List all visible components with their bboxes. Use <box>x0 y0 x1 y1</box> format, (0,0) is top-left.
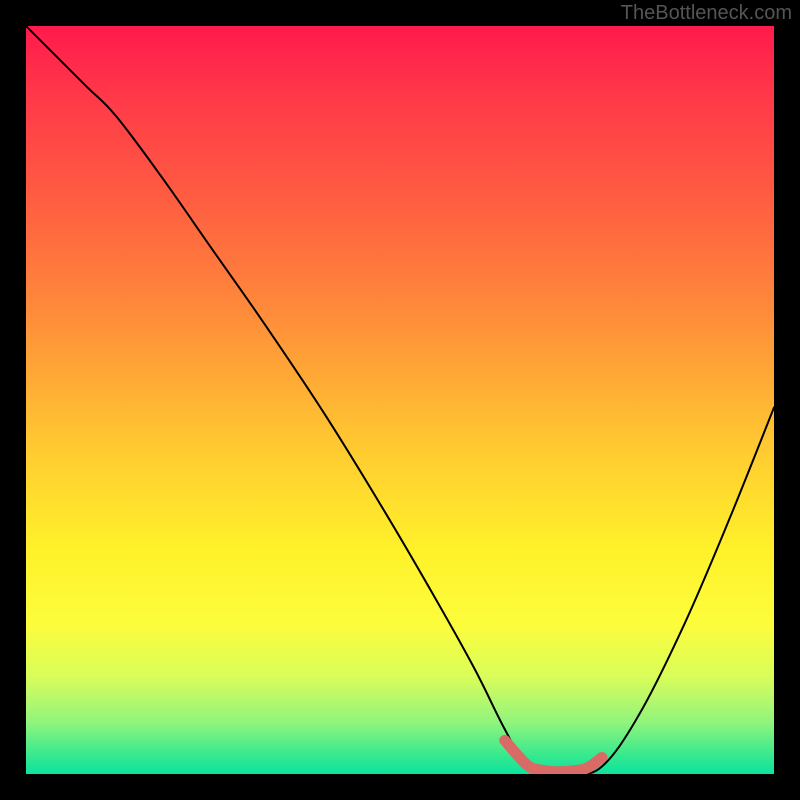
chart-area <box>26 26 774 774</box>
bottleneck-curve-path <box>26 26 774 774</box>
chart-svg <box>26 26 774 774</box>
watermark-text: TheBottleneck.com <box>621 2 792 25</box>
highlight-segment-path <box>505 740 602 771</box>
